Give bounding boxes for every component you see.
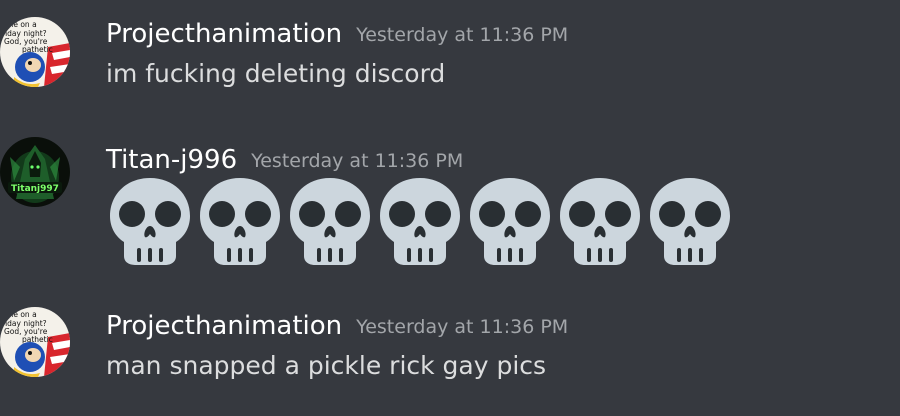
skull-emoji-icon[interactable] — [198, 176, 282, 266]
author-name[interactable]: Projecthanimation — [106, 311, 342, 341]
message-timestamp: Yesterday at 11:36 PM — [356, 316, 569, 338]
svg-text:one on a: one on a — [4, 310, 37, 319]
svg-text:pathetic: pathetic — [22, 335, 53, 344]
svg-text:Titanj997: Titanj997 — [11, 184, 59, 194]
message-text: im fucking deleting discord — [106, 59, 446, 88]
skull-emoji-icon[interactable] — [558, 176, 642, 266]
skull-emoji-icon[interactable] — [648, 176, 732, 266]
message-author[interactable]: Titan-j996 Yesterday at 11:36 PM — [106, 145, 463, 177]
skull-emoji-icon[interactable] — [288, 176, 372, 266]
message-1: one on a riday night? God, you're pathet… — [0, 0, 900, 110]
message-timestamp: Yesterday at 11:36 PM — [356, 24, 569, 46]
author-name[interactable]: Titan-j996 — [106, 145, 237, 175]
message-timestamp: Yesterday at 11:36 PM — [251, 150, 464, 172]
skull-emoji-icon[interactable] — [378, 176, 462, 266]
message-author[interactable]: Projecthanimation Yesterday at 11:36 PM — [106, 311, 568, 343]
user-avatar[interactable]: one on a riday night? God, you're pathet… — [0, 17, 70, 87]
svg-text:one on a: one on a — [4, 20, 37, 29]
author-name[interactable]: Projecthanimation — [106, 19, 342, 49]
message-3: one on a riday night? God, you're pathet… — [0, 290, 900, 416]
message-author[interactable]: Projecthanimation Yesterday at 11:36 PM — [106, 19, 568, 51]
user-avatar[interactable]: one on a riday night? God, you're pathet… — [0, 307, 70, 377]
skull-emoji-icon[interactable] — [108, 176, 192, 266]
message-text: man snapped a pickle rick gay pics — [106, 351, 547, 380]
skull-emoji-icon[interactable] — [468, 176, 552, 266]
svg-text:pathetic: pathetic — [22, 45, 53, 54]
user-avatar[interactable]: Titanj997 — [0, 137, 70, 207]
